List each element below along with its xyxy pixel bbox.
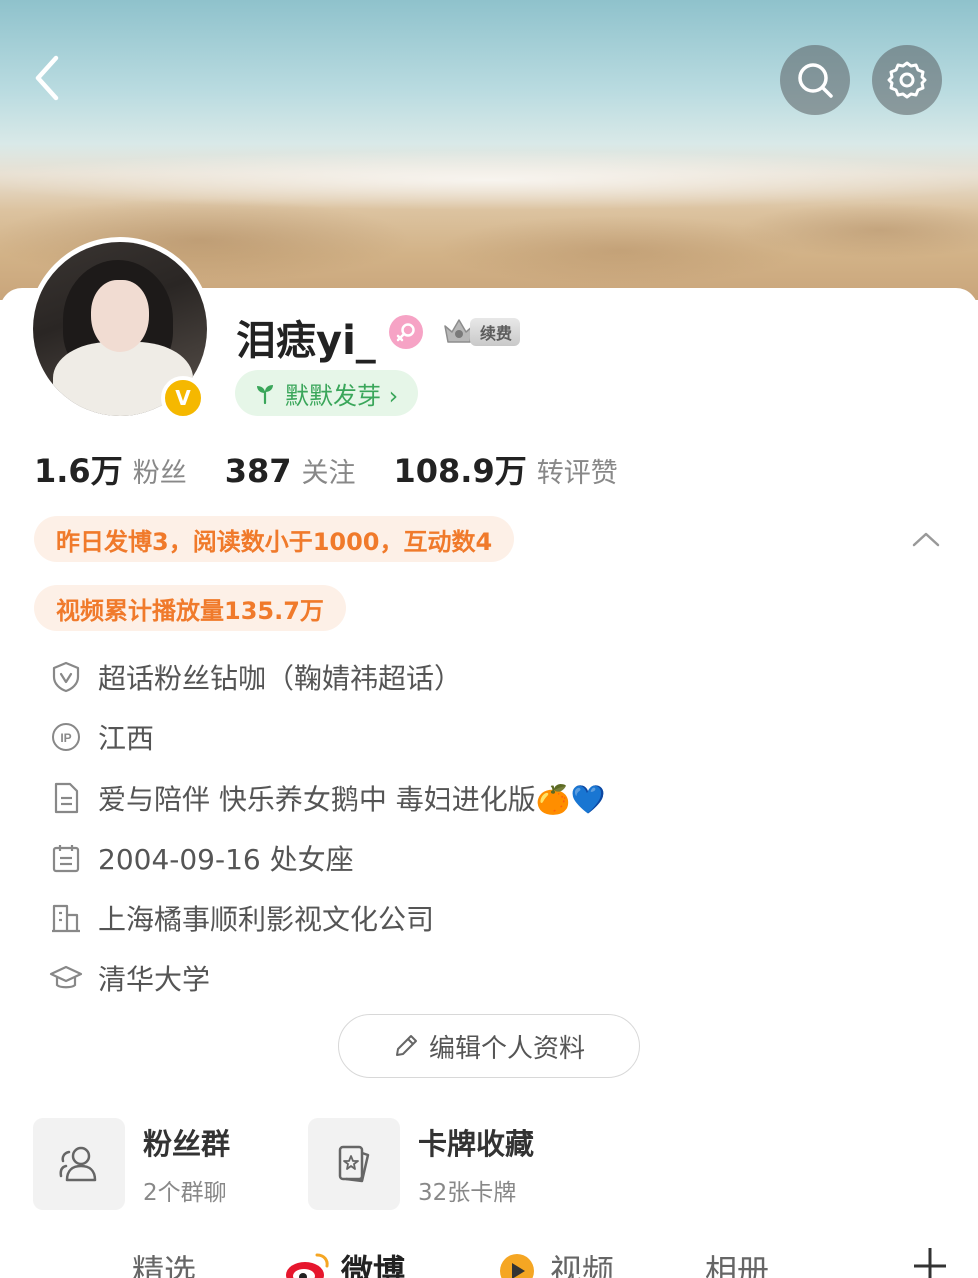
info-text: 江西	[98, 722, 155, 755]
fan-group-entry[interactable]: 粉丝群 2个群聊	[33, 1118, 230, 1210]
info-row-school: 清华大学	[48, 958, 210, 998]
sprout-icon	[257, 385, 273, 405]
stat-number: 387	[224, 452, 292, 490]
stat-number: 108.9万	[393, 452, 527, 490]
chevron-up-icon	[912, 532, 940, 547]
search-button[interactable]	[780, 45, 850, 115]
tab-featured[interactable]: 精选	[132, 1246, 196, 1278]
stat-followers[interactable]: 1.6万 粉丝	[34, 446, 187, 492]
feature-subtitle: 2个群聊	[143, 1180, 227, 1206]
stat-label: 转评赞	[536, 458, 618, 489]
graduation-cap-icon	[48, 960, 84, 996]
video-play-icon	[500, 1254, 534, 1278]
plus-icon	[914, 1248, 946, 1278]
username: 泪痣yi_	[236, 318, 376, 364]
back-button[interactable]	[22, 48, 72, 108]
stats-row: 1.6万 粉丝 387 关注 108.9万 转评赞	[34, 446, 656, 492]
info-text: 上海橘事顺利影视文化公司	[98, 903, 435, 936]
info-text: 2004-09-16 处女座	[98, 843, 354, 876]
weibo-logo-icon	[286, 1253, 329, 1278]
feature-title: 粉丝群	[143, 1127, 231, 1161]
tab-label: 视频	[550, 1252, 615, 1278]
feature-subtitle: 32张卡牌	[418, 1180, 517, 1206]
info-text: 爱与陪伴 快乐养女鹅中 毒妇进化版🍊💙	[98, 783, 606, 816]
search-icon	[798, 63, 833, 98]
svg-text:IP: IP	[60, 731, 71, 745]
info-row-super-topic[interactable]: 超话粉丝钻咖（鞠婧祎超话）	[48, 657, 462, 697]
tab-weibo[interactable]: 微博	[283, 1246, 405, 1278]
gear-icon	[887, 61, 927, 99]
stat-interactions[interactable]: 108.9万 转评赞	[394, 446, 618, 492]
banner-wave	[0, 150, 978, 210]
female-icon	[389, 315, 423, 349]
profile-tabs: 精选 微博 视频 相册	[0, 1236, 978, 1278]
stat-following[interactable]: 387 关注	[225, 451, 356, 490]
vip-renew-badge[interactable]: 续费	[442, 314, 528, 350]
chevron-left-icon	[35, 55, 59, 101]
verified-badge-icon: V	[161, 376, 205, 420]
info-row-ip: IP 江西	[48, 717, 154, 757]
collapse-button[interactable]	[906, 524, 946, 554]
stat-label: 关注	[301, 458, 356, 489]
edit-profile-button[interactable]: 编辑个人资料	[338, 1014, 640, 1078]
activity-summary-pill[interactable]: 昨日发博3，阅读数小于1000，互动数4	[34, 516, 515, 562]
sprout-badge[interactable]: 默默发芽 ›	[235, 370, 419, 416]
info-text: 超话粉丝钻咖（鞠婧祎超话）	[98, 662, 463, 695]
tab-label: 相册	[705, 1252, 770, 1278]
info-row-birthday: 2004-09-16 处女座	[48, 838, 354, 878]
video-plays-pill[interactable]: 视频累计播放量135.7万	[34, 585, 346, 631]
card-collection-entry[interactable]: 卡牌收藏 32张卡牌	[308, 1118, 534, 1210]
tab-label: 精选	[132, 1252, 197, 1278]
tab-label: 微博	[341, 1252, 406, 1278]
shield-v-icon	[48, 659, 84, 695]
settings-button[interactable]	[872, 45, 942, 115]
tab-video[interactable]: 视频	[492, 1246, 614, 1278]
info-text: 清华大学	[98, 963, 211, 996]
stat-number: 1.6万	[34, 452, 123, 490]
feature-title: 卡牌收藏	[418, 1127, 535, 1161]
pencil-icon	[395, 1035, 417, 1056]
vip-label: 续费	[470, 318, 521, 346]
sprout-label: 默默发芽 ›	[285, 381, 399, 410]
users-icon	[33, 1118, 125, 1210]
card-icon	[308, 1118, 400, 1210]
ip-icon: IP	[48, 719, 84, 755]
calendar-icon	[48, 840, 84, 876]
tab-album[interactable]: 相册	[705, 1246, 769, 1278]
info-row-bio: 爱与陪伴 快乐养女鹅中 毒妇进化版🍊💙	[48, 778, 606, 818]
document-icon	[48, 780, 84, 816]
info-row-company: 上海橘事顺利影视文化公司	[48, 898, 434, 938]
stat-label: 粉丝	[132, 458, 187, 489]
building-icon	[48, 900, 84, 936]
tab-add-button[interactable]	[910, 1242, 950, 1278]
edit-profile-label: 编辑个人资料	[428, 1033, 585, 1064]
